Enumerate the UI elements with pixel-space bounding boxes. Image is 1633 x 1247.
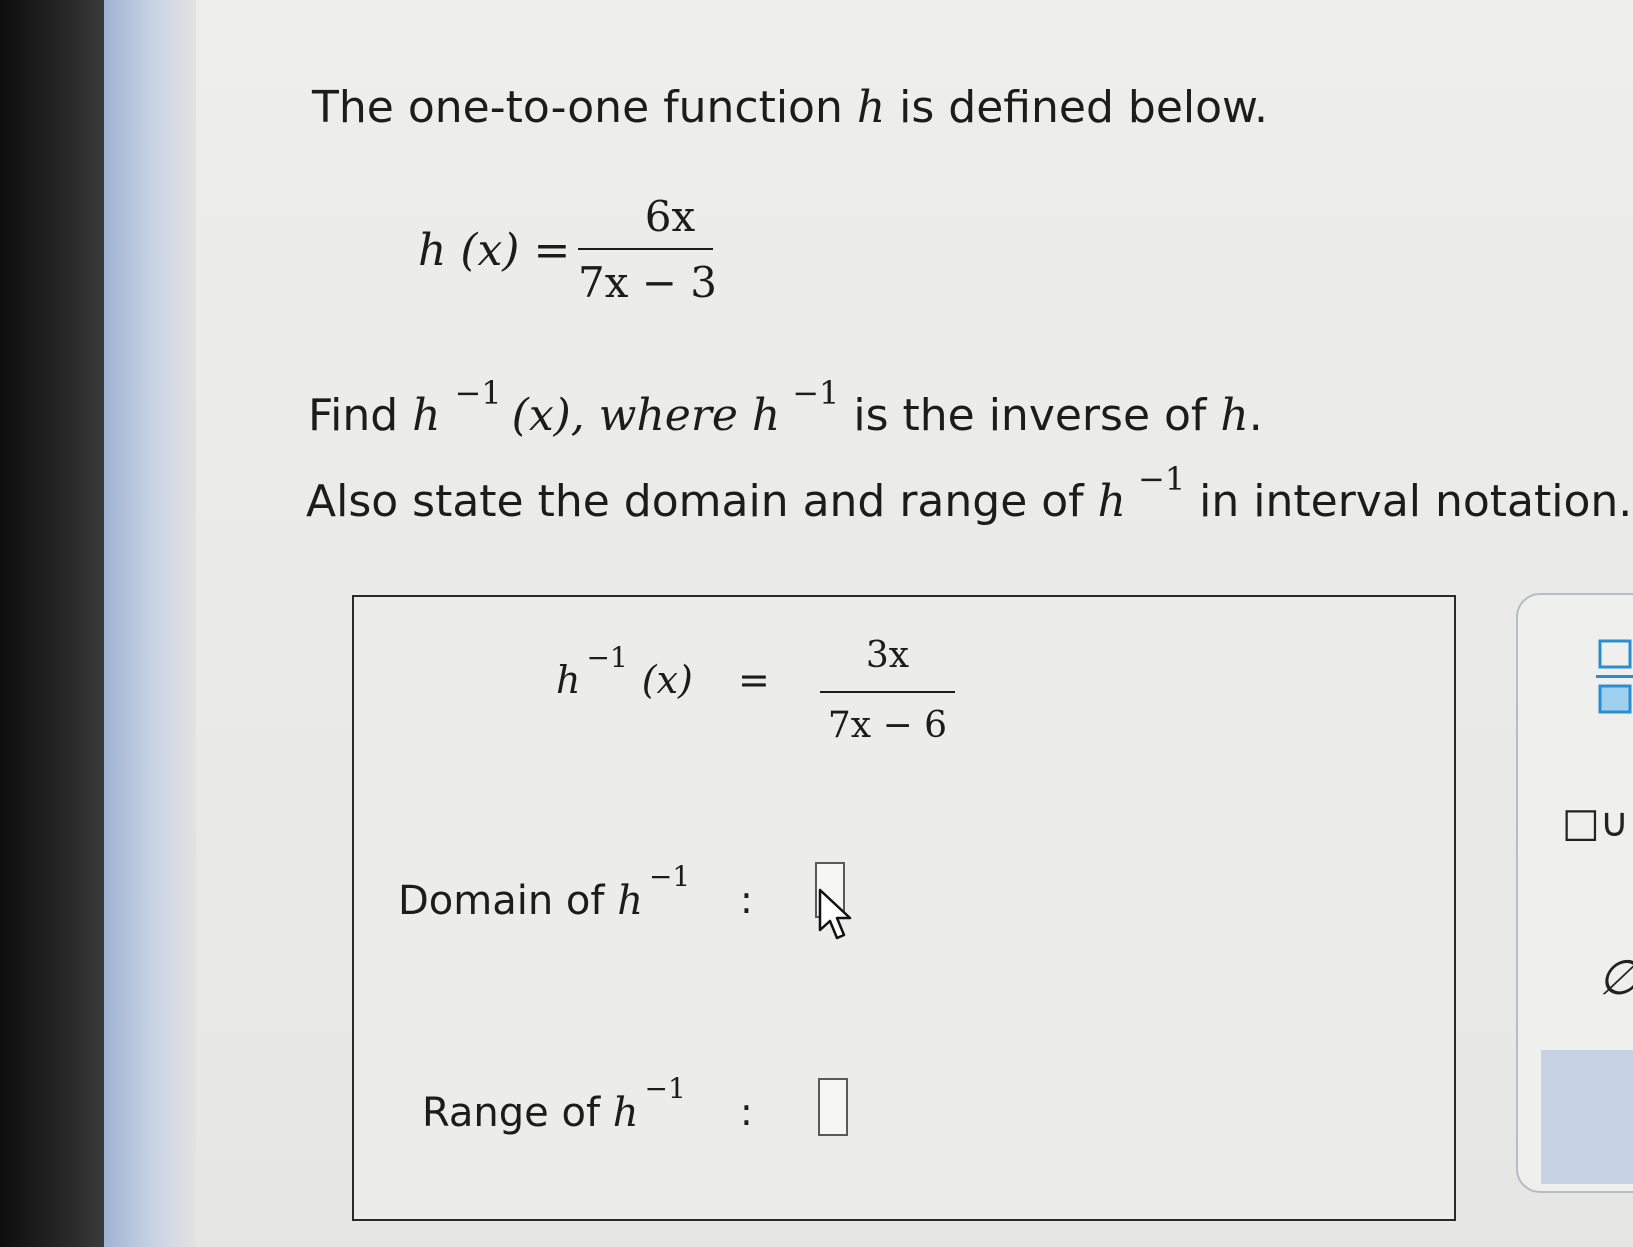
find-arg: (x), where xyxy=(511,390,752,441)
range-text: Range of xyxy=(422,1090,613,1136)
find-func: h xyxy=(412,390,441,441)
intro-func-name: h xyxy=(856,82,886,133)
intro-text-1: The one-to-one function xyxy=(312,82,857,133)
problem-intro: The one-to-one function h is defined bel… xyxy=(312,82,1268,133)
definition-numerator: 6x xyxy=(644,192,696,241)
range-input[interactable] xyxy=(818,1078,848,1136)
numerator-input[interactable]: 3x xyxy=(820,635,955,676)
monitor-bezel xyxy=(0,0,104,1247)
mouse-cursor-icon xyxy=(818,888,852,940)
find-text: Find xyxy=(308,390,413,441)
definition-lhs: h (x) = xyxy=(418,225,571,276)
find-exponent-2: −1 xyxy=(792,374,840,412)
inverse-equals: = xyxy=(738,658,770,702)
range-exponent: −1 xyxy=(644,1072,686,1105)
find-func-2: h xyxy=(751,390,781,441)
find-exponent: −1 xyxy=(454,374,502,412)
also-func: h xyxy=(1097,476,1126,527)
answer-fraction-bar xyxy=(820,691,955,693)
empty-set-button[interactable]: ∅ xyxy=(1598,950,1633,1006)
definition-fraction-bar xyxy=(578,248,713,250)
fraction-button[interactable] xyxy=(1594,638,1633,718)
domain-exponent: −1 xyxy=(648,860,691,893)
also-suffix: in interval notation. xyxy=(1185,476,1633,527)
find-instruction: Find h −1 (x), where h −1 is the inverse of… xyxy=(308,374,1263,441)
screen-edge xyxy=(104,0,196,1247)
inverse-lhs: h−1 (x) xyxy=(556,641,693,702)
inverse-arg: (x) xyxy=(641,658,693,702)
also-exponent: −1 xyxy=(1138,460,1186,498)
denominator-input[interactable]: 7x − 6 xyxy=(820,705,955,746)
range-label: Range of h−1 xyxy=(422,1072,686,1136)
find-end: . xyxy=(1248,390,1263,441)
find-suffix: is the inverse of xyxy=(839,390,1221,441)
domain-label: Domain of h−1 xyxy=(398,860,690,924)
definition-denominator: 7x − 3 xyxy=(578,258,718,307)
find-func-3: h xyxy=(1220,390,1249,441)
union-button[interactable]: □∪ xyxy=(1562,800,1629,846)
range-func: h xyxy=(612,1090,639,1136)
also-text: Also state the domain and range of xyxy=(306,476,1098,527)
domain-text: Domain of xyxy=(398,878,618,924)
toolbar-action-area[interactable] xyxy=(1541,1050,1633,1184)
intro-text-2: is defined below. xyxy=(885,82,1268,133)
inverse-func: h xyxy=(556,658,581,702)
domain-func: h xyxy=(617,878,643,924)
domain-colon: : xyxy=(740,878,753,922)
range-colon: : xyxy=(740,1090,753,1134)
also-instruction: Also state the domain and range of h −1 i… xyxy=(306,460,1633,527)
inverse-exponent: −1 xyxy=(586,641,628,674)
